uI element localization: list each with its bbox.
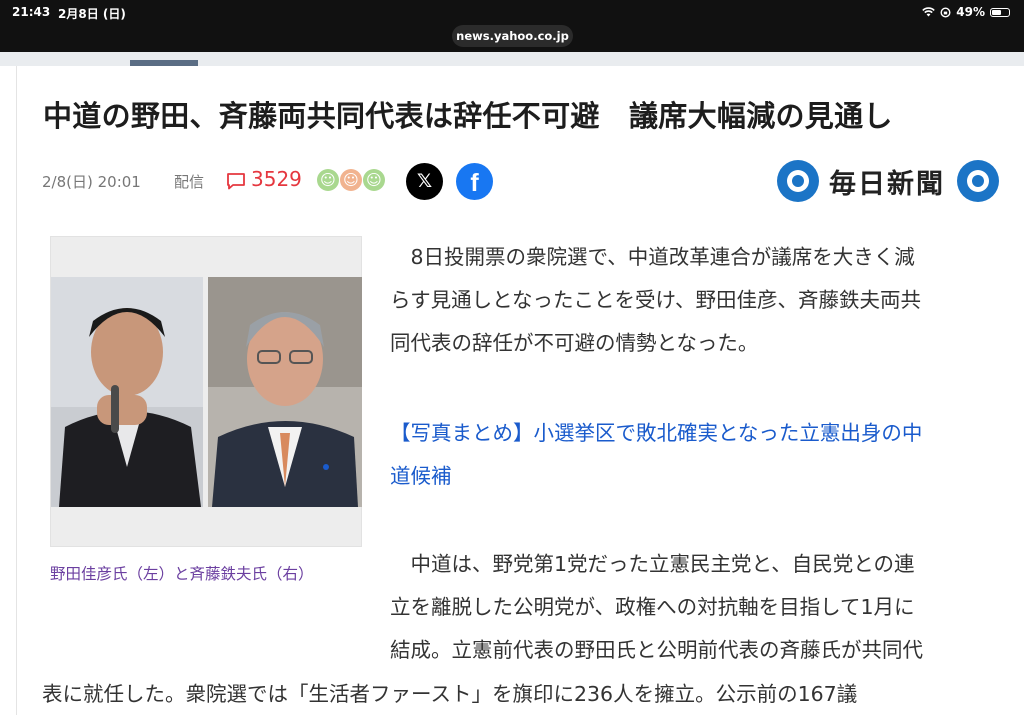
- content-left-border: [16, 66, 17, 715]
- article-meta: 2/8(日) 20:01 配信 3529 ☺ ☺ ☺ 𝕏 f 毎日新聞: [42, 160, 1022, 202]
- mainichi-logo-icon-repeat: [957, 160, 999, 202]
- tab-ghost-2[interactable]: [66, 22, 132, 52]
- tab-ghost-4[interactable]: [198, 22, 264, 52]
- facebook-logo-icon: f: [470, 169, 479, 197]
- tab-ghost-5[interactable]: [264, 22, 330, 52]
- status-time: 21:43: [12, 5, 51, 19]
- reaction-happy-icon[interactable]: ☺: [363, 169, 385, 191]
- wifi-icon: [922, 7, 936, 17]
- reaction-neutral-icon[interactable]: ☺: [340, 169, 362, 191]
- address-bar[interactable]: news.yahoo.co.jp: [452, 25, 573, 47]
- tab-ghost-6[interactable]: [330, 22, 396, 52]
- battery-percent: 49%: [956, 5, 985, 19]
- facebook-share-button[interactable]: f: [456, 163, 493, 200]
- publisher-logo[interactable]: 毎日新聞: [777, 159, 999, 203]
- battery-icon: [990, 7, 1010, 17]
- status-bar: 21:43 2月8日 (日) 49% news.yahoo.co.jp: [0, 0, 1024, 52]
- status-indicators: 49%: [922, 5, 1010, 19]
- photo-portrait-right: [208, 277, 362, 507]
- reaction-smile-icon[interactable]: ☺: [317, 169, 339, 191]
- paragraph-2-line-2: 立を離脱した公明党が、政権への対抗軸を目指して1月に: [390, 595, 915, 619]
- delivery-label: 配信: [174, 173, 205, 191]
- photo-caption: 野田佳彦氏（左）と斉藤鉄夫氏（右）: [50, 565, 314, 583]
- tab-ghost-3[interactable]: [132, 22, 198, 52]
- paragraph-1-line-3: 同代表の辞任が不可避の情勢となった。: [390, 331, 759, 355]
- orientation-lock-icon: [940, 6, 951, 18]
- article-headline: 中道の野田、斉藤両共同代表は辞任不可避 議席大幅減の見通し: [43, 99, 893, 133]
- publish-date: 2/8(日) 20:01: [42, 173, 141, 191]
- comment-count[interactable]: 3529: [251, 167, 302, 191]
- active-tab-indicator: [130, 60, 198, 66]
- x-share-button[interactable]: 𝕏: [406, 163, 443, 200]
- photo-portrait-left: [51, 277, 203, 507]
- photo-gallery-link-continued[interactable]: 道候補: [390, 455, 1024, 498]
- photo-gallery-link[interactable]: 【写真まとめ】小選挙区で敗北確実となった立憲出身の中: [390, 412, 1024, 455]
- article-photo[interactable]: [50, 236, 362, 547]
- paragraph-1-line-1: 8日投開票の衆院選で、中道改革連合が議席を大きく減: [390, 245, 915, 269]
- paragraph-2-line-4: 表に就任した。衆院選では「生活者ファースト」を旗印に236人を擁立。公示前の16…: [42, 682, 858, 706]
- status-date: 2月8日 (日): [58, 7, 126, 21]
- mainichi-logo-icon: [777, 160, 819, 202]
- tab-ghost-1[interactable]: [0, 22, 66, 52]
- comment-icon[interactable]: [226, 172, 246, 190]
- publisher-name: 毎日新聞: [829, 168, 945, 200]
- paragraph-1-line-2: らす見通しとなったことを受け、野田佳彦、斉藤鉄夫両共: [390, 288, 921, 312]
- paragraph-2-line-1: 中道は、野党第1党だった立憲民主党と、自民党との連: [390, 552, 915, 576]
- paragraph-2-line-3: 結成。立憲前代表の野田氏と公明前代表の斉藤氏が共同代: [390, 638, 923, 662]
- x-logo-icon: 𝕏: [416, 170, 433, 192]
